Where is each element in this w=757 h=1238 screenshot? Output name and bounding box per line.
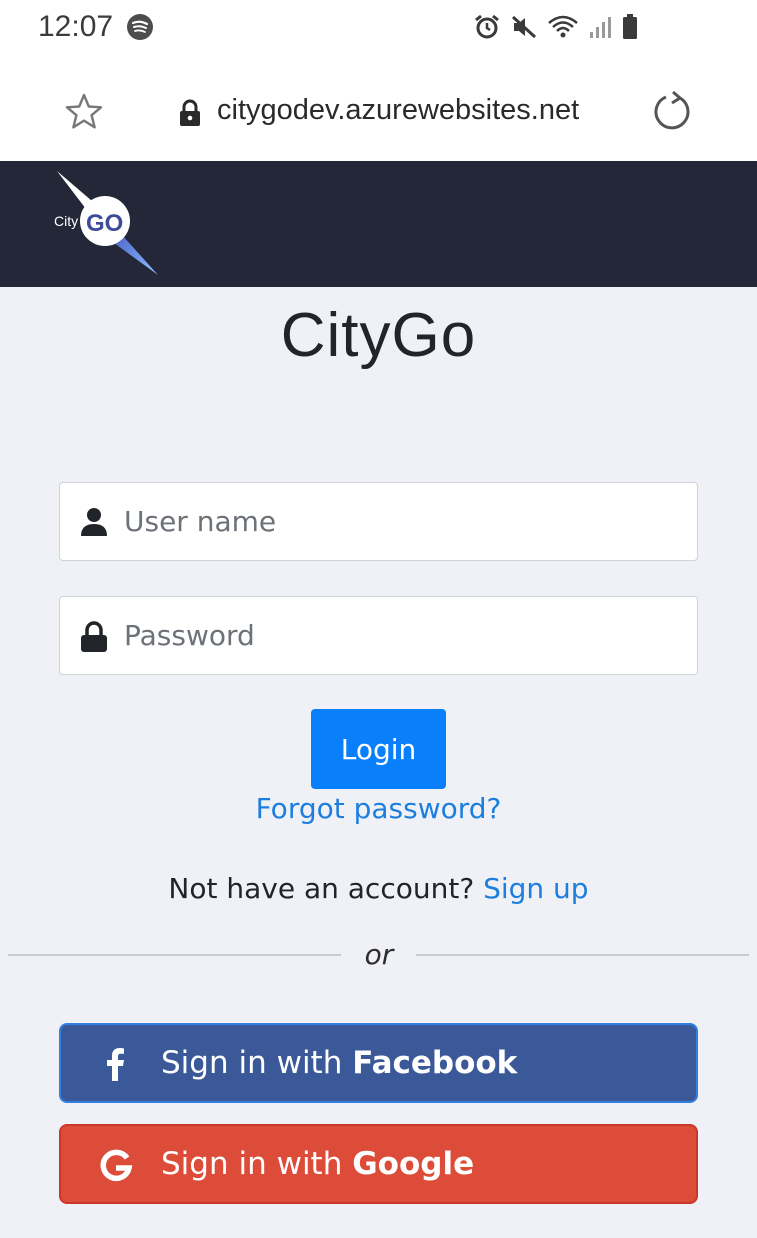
spotify-icon	[127, 14, 153, 40]
google-signin-prefix: Sign in with	[161, 1146, 353, 1182]
page-title: CityGo	[280, 301, 477, 370]
facebook-icon	[96, 1045, 136, 1085]
url-text[interactable]: citygodev.azurewebsites.net	[217, 94, 579, 127]
password-field[interactable]	[59, 596, 698, 675]
signal-icon	[589, 14, 611, 40]
reload-icon[interactable]	[652, 90, 692, 136]
battery-icon	[621, 13, 639, 41]
google-brand-text: Google	[352, 1146, 475, 1182]
signup-link[interactable]: Sign up	[483, 872, 589, 905]
divider-left	[8, 954, 341, 956]
facebook-brand-text: Facebook	[352, 1045, 518, 1081]
status-icons	[473, 12, 639, 42]
signup-prompt: Not have an account?	[168, 872, 484, 905]
google-signin-button[interactable]: Sign in with Google	[59, 1124, 698, 1204]
logo-city-text: City	[54, 213, 78, 229]
mute-icon	[511, 14, 537, 40]
status-bar: 12:07	[0, 0, 757, 58]
logo-go-text: GO	[86, 210, 123, 237]
url-bar: citygodev.azurewebsites.net	[0, 58, 757, 161]
status-time: 12:07	[38, 10, 114, 43]
lock-icon	[178, 99, 202, 131]
password-lock-icon	[80, 621, 108, 657]
facebook-signin-prefix: Sign in with	[161, 1045, 353, 1081]
citygo-logo[interactable]: City GO	[50, 169, 170, 279]
or-label: or	[364, 938, 394, 971]
alarm-icon	[473, 13, 501, 41]
signup-line: Not have an account? Sign up	[0, 872, 757, 905]
user-icon	[80, 507, 108, 541]
wifi-icon	[547, 14, 579, 40]
navbar: City GO	[0, 161, 757, 287]
google-signin-label: Sign in with Google	[161, 1146, 474, 1182]
star-icon[interactable]	[64, 92, 104, 136]
username-field[interactable]	[59, 482, 698, 561]
login-button[interactable]: Login	[311, 709, 446, 789]
divider-right	[416, 954, 749, 956]
password-input[interactable]	[124, 597, 684, 673]
forgot-password-link[interactable]: Forgot password?	[0, 792, 757, 825]
google-icon	[96, 1146, 136, 1186]
facebook-signin-button[interactable]: Sign in with Facebook	[59, 1023, 698, 1103]
username-input[interactable]	[124, 483, 684, 559]
facebook-signin-label: Sign in with Facebook	[161, 1045, 517, 1081]
